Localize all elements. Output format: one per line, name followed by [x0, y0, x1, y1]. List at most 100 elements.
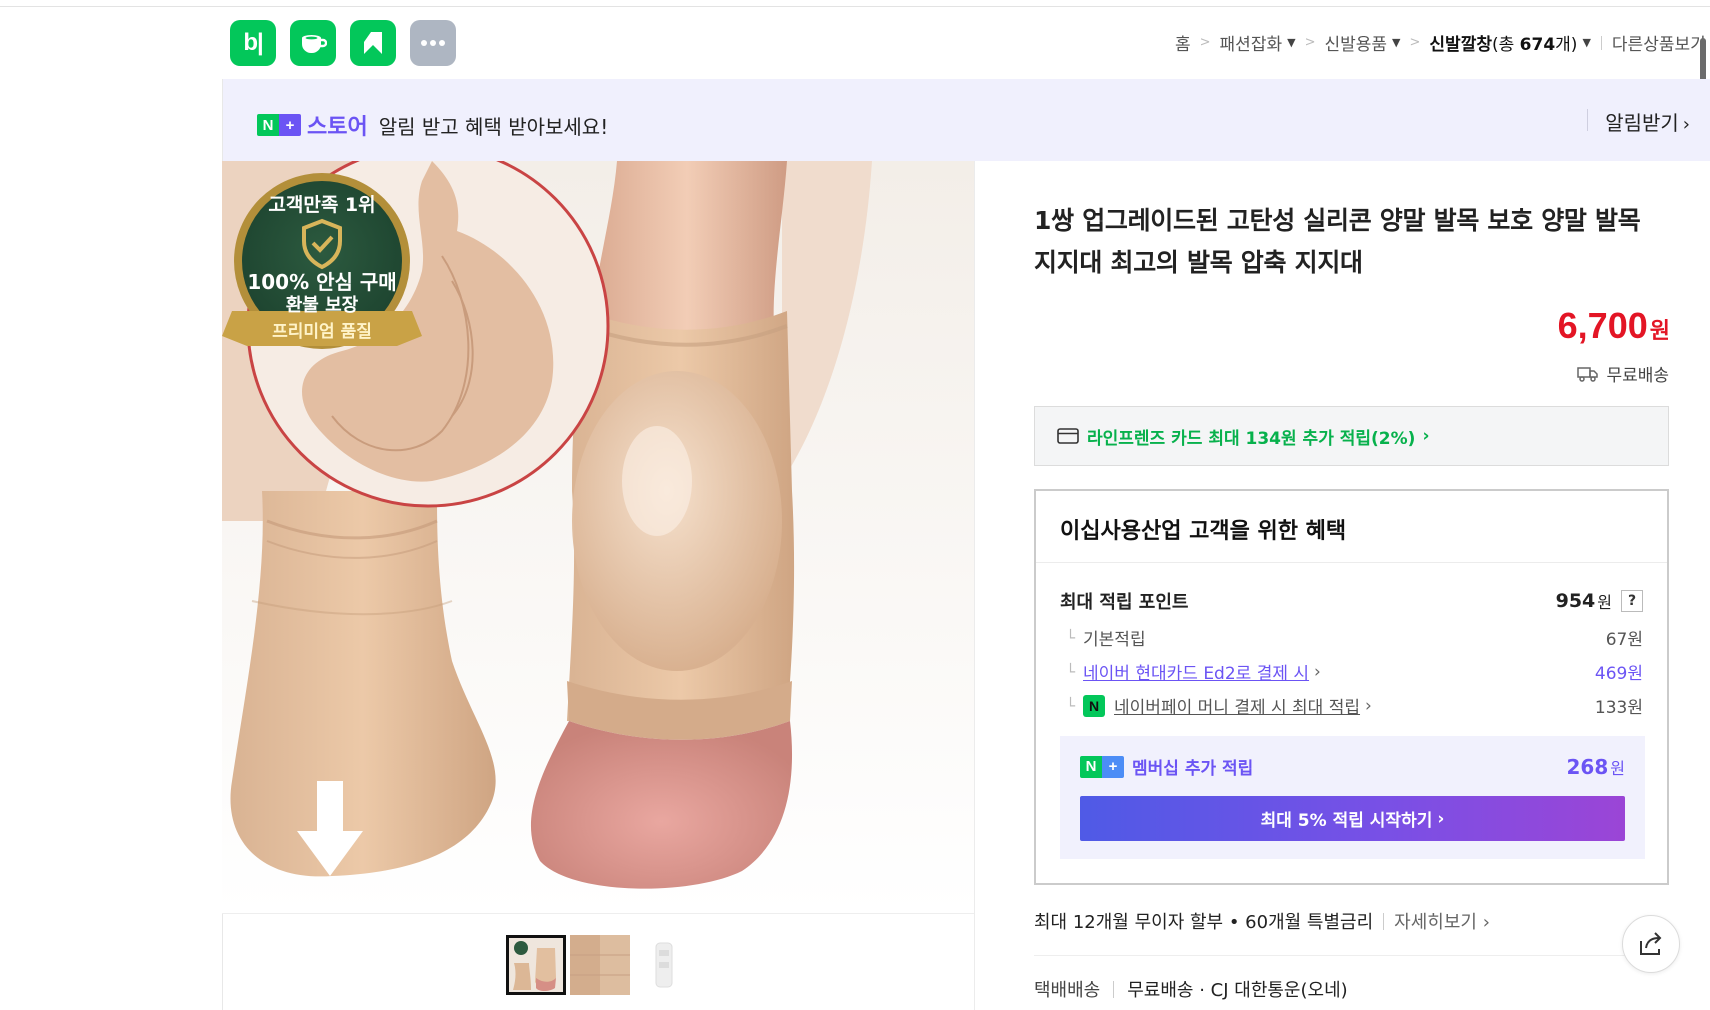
- chevron-right-icon: ›: [1314, 661, 1321, 682]
- more-apps-icon[interactable]: [410, 20, 456, 66]
- membership-panel: N + 멤버십 추가 적립 268 원 최대 5% 적립 시작하기 ›: [1060, 736, 1645, 859]
- chevron-right-icon: ›: [1682, 114, 1690, 135]
- shipping-label: 무료배송: [1606, 366, 1669, 386]
- installment-info: 최대 12개월 무이자 할부 • 60개월 특별금리 자세히보기 ›: [1034, 908, 1490, 934]
- product-price: 6,700원: [1558, 305, 1670, 347]
- card-offer-text: 라인프렌즈 카드 최대 134원 추가 적립(2%): [1087, 428, 1416, 449]
- bookmark-icon: [364, 32, 382, 54]
- thumbnail-image: [634, 935, 694, 995]
- badge-ribbon: 프리미엄 품질: [272, 321, 372, 342]
- other-products-link[interactable]: 다른상품보기: [1612, 30, 1706, 55]
- basic-points-value: 67원: [1605, 630, 1643, 650]
- delivery-label: 택배배송: [1034, 980, 1101, 1001]
- breadcrumb-current[interactable]: 신발깔창(총 674개): [1429, 30, 1577, 55]
- hyundai-card-row: └ 네이버 현대카드 Ed2로 결제 시 › 469원: [1060, 659, 1643, 685]
- badge-line1: 고객만족 1위: [268, 194, 375, 216]
- thumbnail-2[interactable]: [570, 935, 630, 995]
- notification-banner: N + 스토어 알림 받고 혜택 받아보세요! 알림받기 ›: [222, 79, 1710, 161]
- start-membership-button[interactable]: 최대 5% 적립 시작하기 ›: [1080, 796, 1625, 841]
- breadcrumb-current-label: 신발깔창: [1429, 35, 1492, 55]
- share-button[interactable]: [1622, 915, 1680, 973]
- store-label: 스토어: [307, 115, 368, 140]
- share-icon: [1640, 932, 1662, 955]
- max-points-label: 최대 적립 포인트: [1060, 592, 1189, 613]
- caret-down-icon[interactable]: ▼: [1392, 36, 1400, 49]
- npay-money-link[interactable]: 네이버페이 머니 결제 시 최대 적립: [1114, 693, 1360, 718]
- plus-logo: +: [279, 114, 301, 136]
- thumbnail-image: [509, 938, 563, 992]
- thumbnail-3[interactable]: [634, 935, 694, 995]
- shipping-info: 무료배송: [1577, 361, 1669, 386]
- benefit-box: 이십사용산업 고객을 위한 혜택 최대 적립 포인트 954 원 ? └ 기본적립 …: [1034, 489, 1669, 885]
- banner-text: 알림 받고 혜택 받아보세요!: [378, 114, 609, 139]
- caret-down-icon[interactable]: ▼: [1582, 36, 1590, 49]
- tree-branch-icon: └: [1066, 628, 1076, 647]
- price-unit: 원: [1649, 319, 1670, 344]
- count-suffix: 개): [1555, 35, 1578, 55]
- naver-n-logo: N: [1080, 755, 1102, 778]
- basic-points-row: └ 기본적립 67원: [1060, 625, 1643, 651]
- section-divider: [1034, 955, 1634, 956]
- points-unit: 원: [1597, 593, 1612, 612]
- column-divider: [974, 161, 975, 1010]
- max-points-value: 954 원 ?: [1556, 589, 1643, 613]
- tree-branch-icon: └: [1066, 662, 1076, 681]
- product-info: 1쌍 업그레이드된 고탄성 실리콘 양말 발목 보호 양말 발목 지지대 최고의…: [1034, 200, 1669, 284]
- delivery-info: 택배배송 무료배송 · CJ 대한통운(오네): [1034, 976, 1348, 1002]
- help-icon[interactable]: ?: [1621, 590, 1643, 612]
- blog-app-label: b|: [243, 29, 263, 56]
- npay-money-value: 133원: [1594, 698, 1643, 718]
- credit-card-icon: [1057, 428, 1079, 444]
- chevron-right-icon: ›: [1422, 426, 1430, 446]
- delivery-divider: [1113, 980, 1115, 998]
- badge-line2: 100% 안심 구매: [247, 270, 396, 294]
- npay-row: └ N 네이버페이 머니 결제 시 최대 적립 › 133원: [1060, 693, 1643, 718]
- breadcrumb-separator: >: [1409, 35, 1421, 50]
- max-points-row: 최대 적립 포인트 954 원 ?: [1060, 588, 1643, 614]
- badge-line3: 환불 보장: [286, 294, 359, 316]
- installment-divider: [1383, 912, 1385, 930]
- count-prefix: (총: [1491, 35, 1520, 55]
- product-photo: 고객만족 1위 100% 안심 구매 환불 보장 프리미엄 품질: [222, 161, 974, 913]
- app-shortcuts: b|: [230, 20, 456, 66]
- installment-more-link[interactable]: 자세히보기 ›: [1394, 908, 1490, 934]
- subscribe-alarm-label: 알림받기: [1605, 111, 1679, 135]
- start-membership-label: 최대 5% 적립 시작하기: [1260, 811, 1433, 831]
- breadcrumb-separator: >: [1304, 35, 1316, 50]
- plus-logo: +: [1102, 755, 1124, 778]
- product-page: b| 홈 > 패션잡화 ▼ > 신발용품 ▼ > 신발깔창(총 674개) ▼ …: [0, 0, 1710, 1010]
- naver-pay-icon: N: [1083, 694, 1106, 717]
- nplus-logo: N +: [1080, 755, 1124, 778]
- chevron-right-icon: ›: [1437, 808, 1445, 829]
- cafe-app-icon[interactable]: [290, 20, 336, 66]
- breadcrumb-shoe-supplies[interactable]: 신발용품: [1324, 30, 1387, 55]
- product-main-image[interactable]: 고객만족 1위 100% 안심 구매 환불 보장 프리미엄 품질: [222, 161, 974, 913]
- benefit-heading: 이십사용산업 고객을 위한 혜택: [1036, 491, 1667, 563]
- installment-more-label: 자세히보기: [1394, 912, 1477, 933]
- breadcrumb-fashion[interactable]: 패션잡화: [1220, 30, 1283, 55]
- price-value: 6,700: [1557, 305, 1648, 346]
- thumbnail-strip: [506, 935, 694, 995]
- breadcrumb: 홈 > 패션잡화 ▼ > 신발용품 ▼ > 신발깔창(총 674개) ▼ 다른상…: [1175, 30, 1710, 55]
- breadcrumb-separator: >: [1199, 35, 1211, 50]
- naver-n-logo: N: [257, 114, 279, 136]
- hyundai-card-link[interactable]: 네이버 현대카드 Ed2로 결제 시: [1083, 659, 1309, 684]
- thumbnail-image: [570, 935, 630, 995]
- tree-branch-icon: └: [1066, 696, 1076, 715]
- cup-icon: [302, 35, 327, 54]
- nplus-store-logo: N + 스토어 알림 받고 혜택 받아보세요!: [257, 109, 608, 141]
- subscribe-alarm-button[interactable]: 알림받기 ›: [1605, 107, 1690, 136]
- breadcrumb-home[interactable]: 홈: [1175, 30, 1191, 55]
- caret-down-icon[interactable]: ▼: [1287, 36, 1295, 49]
- bookmark-app-icon[interactable]: [350, 20, 396, 66]
- card-offer-banner[interactable]: 라인프렌즈 카드 최대 134원 추가 적립(2%) ›: [1034, 406, 1669, 466]
- product-count: 674: [1519, 35, 1556, 55]
- chevron-right-icon: ›: [1365, 695, 1372, 716]
- blog-app-icon[interactable]: b|: [230, 20, 276, 66]
- ellipsis-icon: [421, 40, 445, 46]
- membership-value: 268: [1566, 754, 1609, 779]
- product-title: 1쌍 업그레이드된 고탄성 실리콘 양말 발목 보호 양말 발목 지지대 최고의…: [1034, 206, 1641, 277]
- installment-text: 최대 12개월 무이자 할부 • 60개월 특별금리: [1034, 912, 1374, 933]
- breadcrumb-divider: [1600, 35, 1602, 50]
- thumbnail-1[interactable]: [506, 935, 566, 995]
